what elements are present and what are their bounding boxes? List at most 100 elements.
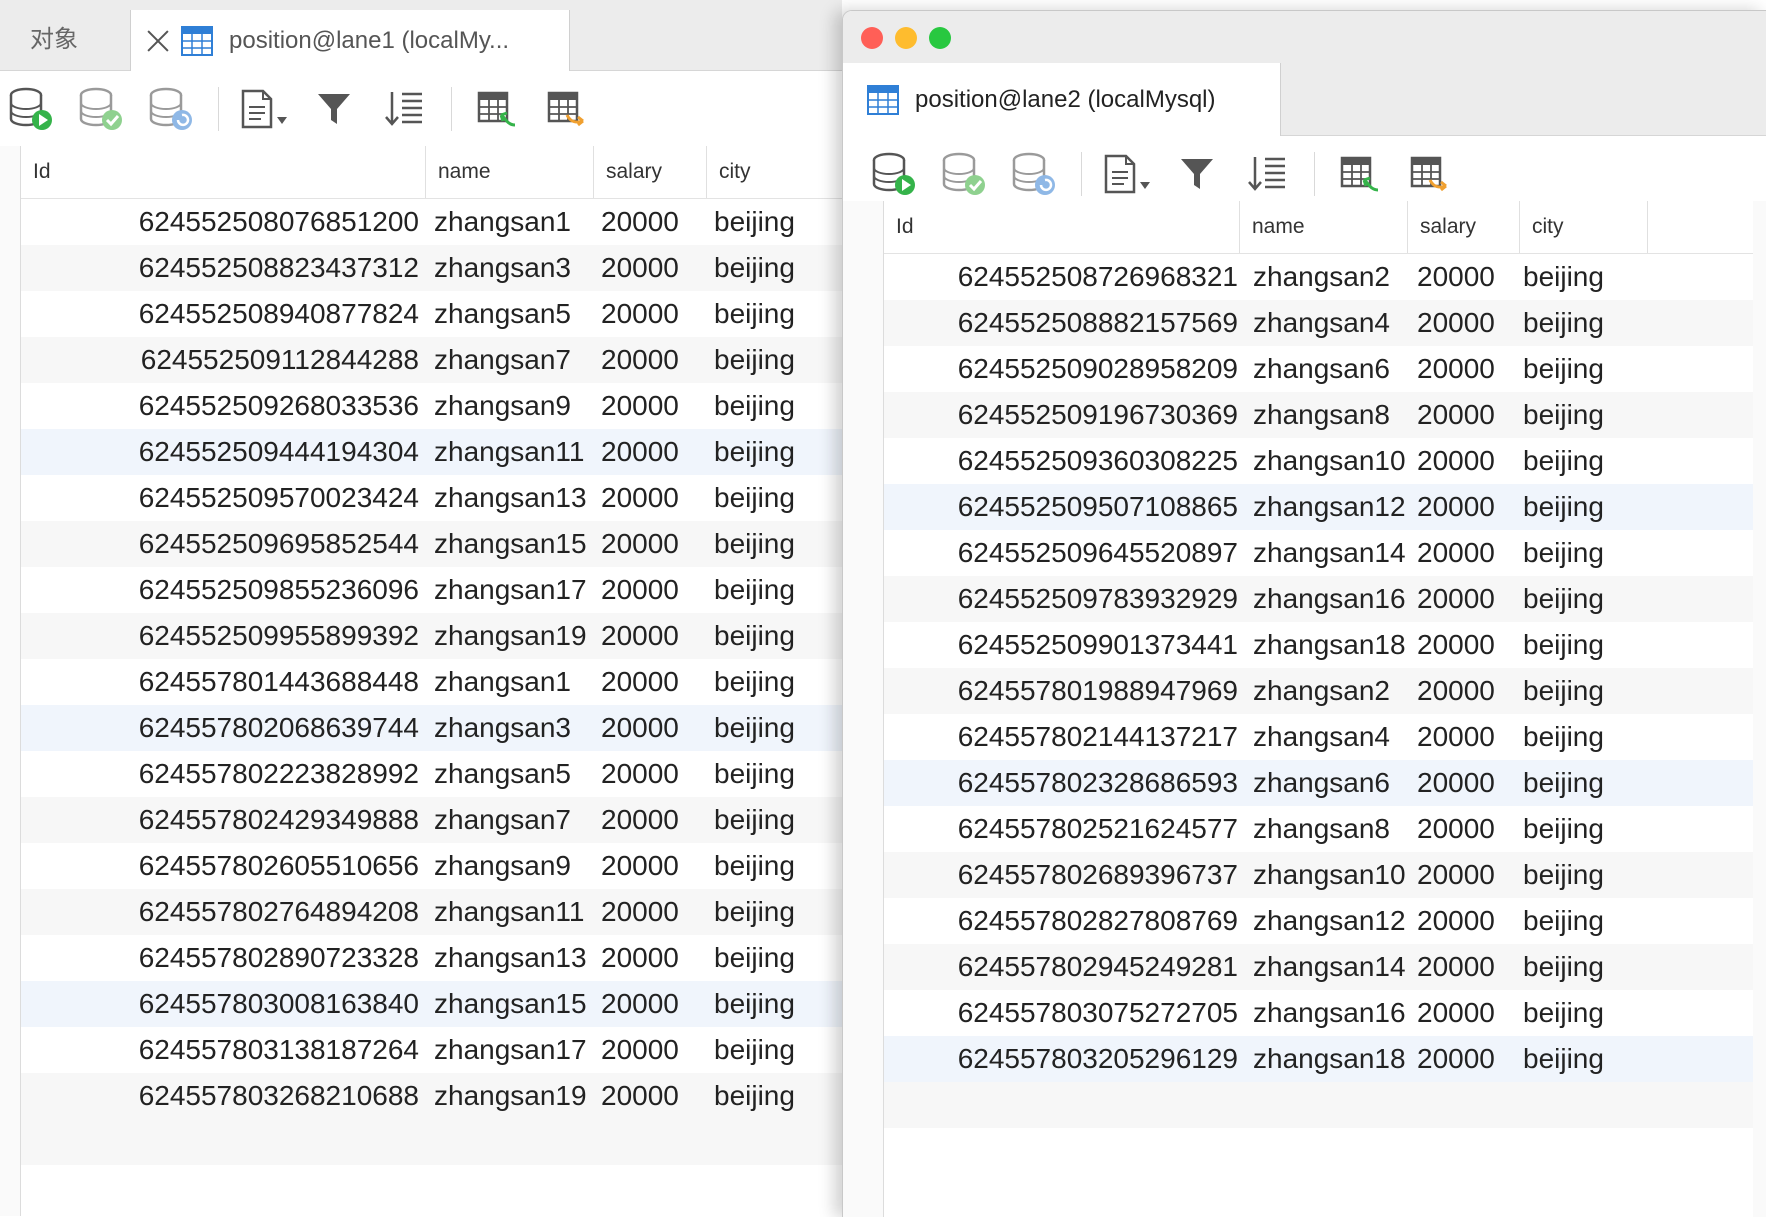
cell-city[interactable]: beijing xyxy=(1523,668,1604,714)
cell-name[interactable]: zhangsan13 xyxy=(434,475,587,521)
cell-salary[interactable]: 20000 xyxy=(601,1027,679,1073)
table-row[interactable]: 624557802521624577 zhangsan8 20000 beijing xyxy=(884,806,1766,852)
cell-name[interactable]: zhangsan3 xyxy=(434,245,571,291)
cell-name[interactable]: zhangsan4 xyxy=(1253,300,1390,346)
cell-name[interactable]: zhangsan18 xyxy=(1253,1036,1406,1082)
cell-salary[interactable]: 20000 xyxy=(601,843,679,889)
export-icon[interactable] xyxy=(1403,147,1457,201)
column-header-name[interactable]: name xyxy=(1240,201,1408,253)
table-row[interactable]: 624552508882157569 zhangsan4 20000 beijing xyxy=(884,300,1766,346)
cell-id[interactable]: 624552508726968321 xyxy=(884,254,1238,300)
cell-salary[interactable]: 20000 xyxy=(601,935,679,981)
cell-name[interactable]: zhangsan16 xyxy=(1253,576,1406,622)
cell-name[interactable]: zhangsan2 xyxy=(1253,254,1390,300)
cell-name[interactable]: zhangsan17 xyxy=(434,567,587,613)
table-row[interactable]: 624552509444194304 zhangsan11 20000 beijing xyxy=(21,429,842,475)
tab-objects[interactable]: 对象 xyxy=(0,10,128,70)
table-row[interactable]: 624557802605510656 zhangsan9 20000 beijing xyxy=(21,843,842,889)
table-row[interactable]: 624552509901373441 zhangsan18 20000 beijing xyxy=(884,622,1766,668)
cell-salary[interactable]: 20000 xyxy=(1417,714,1495,760)
sort-icon[interactable] xyxy=(1240,147,1294,201)
table-row[interactable]: 624552509783932929 zhangsan16 20000 beijing xyxy=(884,576,1766,622)
cell-salary[interactable]: 20000 xyxy=(1417,300,1495,346)
cell-name[interactable]: zhangsan5 xyxy=(434,291,571,337)
cell-name[interactable]: zhangsan5 xyxy=(434,751,571,797)
table-row[interactable]: 624557803008163840 zhangsan15 20000 beijing xyxy=(21,981,842,1027)
cell-salary[interactable]: 20000 xyxy=(1417,438,1495,484)
cell-salary[interactable]: 20000 xyxy=(601,521,679,567)
cell-salary[interactable]: 20000 xyxy=(1417,254,1495,300)
cell-name[interactable]: zhangsan7 xyxy=(434,337,571,383)
table-row[interactable]: 624557802827808769 zhangsan12 20000 beijing xyxy=(884,898,1766,944)
cell-salary[interactable]: 20000 xyxy=(1417,346,1495,392)
sort-icon[interactable] xyxy=(377,82,431,136)
cell-city[interactable]: beijing xyxy=(714,199,795,245)
cell-city[interactable]: beijing xyxy=(1523,944,1604,990)
tab-position-lane1[interactable]: position@lane1 (localMy... xyxy=(130,10,570,71)
cell-salary[interactable]: 20000 xyxy=(1417,668,1495,714)
cell-id[interactable]: 624557803268210688 xyxy=(21,1073,419,1119)
cell-salary[interactable]: 20000 xyxy=(601,613,679,659)
column-header-id[interactable]: Id xyxy=(21,146,426,198)
cell-id[interactable]: 624552508076851200 xyxy=(21,199,419,245)
cell-salary[interactable]: 20000 xyxy=(1417,622,1495,668)
cell-id[interactable]: 624557802521624577 xyxy=(884,806,1238,852)
cell-id[interactable]: 624552509645520897 xyxy=(884,530,1238,576)
cell-id[interactable]: 624552509570023424 xyxy=(21,475,419,521)
cell-salary[interactable]: 20000 xyxy=(601,797,679,843)
cell-city[interactable]: beijing xyxy=(714,429,795,475)
cell-id[interactable]: 624552509268033536 xyxy=(21,383,419,429)
cell-name[interactable]: zhangsan10 xyxy=(1253,852,1406,898)
cell-name[interactable]: zhangsan1 xyxy=(434,659,571,705)
cell-salary[interactable]: 20000 xyxy=(601,429,679,475)
close-tab-icon[interactable] xyxy=(145,28,171,54)
cell-salary[interactable]: 20000 xyxy=(601,337,679,383)
cell-id[interactable]: 624557803008163840 xyxy=(21,981,419,1027)
cell-id[interactable]: 624557802429349888 xyxy=(21,797,419,843)
cell-city[interactable]: beijing xyxy=(1523,898,1604,944)
cell-city[interactable]: beijing xyxy=(714,1073,795,1119)
cell-name[interactable]: zhangsan6 xyxy=(1253,760,1390,806)
cell-name[interactable]: zhangsan2 xyxy=(1253,668,1390,714)
table-row[interactable]: 624557802223828992 zhangsan5 20000 beijing xyxy=(21,751,842,797)
cell-salary[interactable]: 20000 xyxy=(1417,760,1495,806)
cell-salary[interactable]: 20000 xyxy=(601,383,679,429)
cell-name[interactable]: zhangsan3 xyxy=(434,705,571,751)
cell-id[interactable]: 624552509783932929 xyxy=(884,576,1238,622)
cell-salary[interactable]: 20000 xyxy=(1417,990,1495,1036)
cell-salary[interactable]: 20000 xyxy=(1417,392,1495,438)
table-row[interactable]: 624557803075272705 zhangsan16 20000 beijing xyxy=(884,990,1766,1036)
cell-city[interactable]: beijing xyxy=(1523,576,1604,622)
cell-id[interactable]: 624552508940877824 xyxy=(21,291,419,337)
cell-city[interactable]: beijing xyxy=(714,935,795,981)
cell-name[interactable]: zhangsan10 xyxy=(1253,438,1406,484)
table-row[interactable]: 624552509695852544 zhangsan15 20000 beijing xyxy=(21,521,842,567)
filter-icon[interactable] xyxy=(1170,147,1224,201)
text-view-icon[interactable] xyxy=(237,82,291,136)
cell-id[interactable]: 624552509955899392 xyxy=(21,613,419,659)
cell-id[interactable]: 624552509901373441 xyxy=(884,622,1238,668)
cell-name[interactable]: zhangsan12 xyxy=(1253,484,1406,530)
left-data-grid[interactable]: Id name salary city 624552508076851200 zhang… xyxy=(0,146,842,1216)
cell-name[interactable]: zhangsan18 xyxy=(1253,622,1406,668)
table-row[interactable]: 624557802328686593 zhangsan6 20000 beijing xyxy=(884,760,1766,806)
cell-salary[interactable]: 20000 xyxy=(1417,852,1495,898)
table-row[interactable]: 624552508076851200 zhangsan1 20000 beijing xyxy=(21,199,842,245)
filter-icon[interactable] xyxy=(307,82,361,136)
minimize-window-button[interactable] xyxy=(895,27,917,49)
cell-city[interactable]: beijing xyxy=(1523,1036,1604,1082)
cell-salary[interactable]: 20000 xyxy=(601,245,679,291)
cell-id[interactable]: 624557801988947969 xyxy=(884,668,1238,714)
cell-name[interactable]: zhangsan1 xyxy=(434,199,571,245)
table-row[interactable]: 624557802890723328 zhangsan13 20000 beijing xyxy=(21,935,842,981)
table-row[interactable]: 624552509645520897 zhangsan14 20000 beijing xyxy=(884,530,1766,576)
cell-city[interactable]: beijing xyxy=(714,1027,795,1073)
import-icon[interactable] xyxy=(1333,147,1387,201)
cell-name[interactable]: zhangsan8 xyxy=(1253,392,1390,438)
cell-id[interactable]: 624557801443688448 xyxy=(21,659,419,705)
table-row[interactable]: 624552509268033536 zhangsan9 20000 beijing xyxy=(21,383,842,429)
cell-name[interactable]: zhangsan12 xyxy=(1253,898,1406,944)
cell-id[interactable]: 624552509444194304 xyxy=(21,429,419,475)
table-row[interactable]: 624552508726968321 zhangsan2 20000 beijing xyxy=(884,254,1766,300)
cell-city[interactable]: beijing xyxy=(1523,852,1604,898)
